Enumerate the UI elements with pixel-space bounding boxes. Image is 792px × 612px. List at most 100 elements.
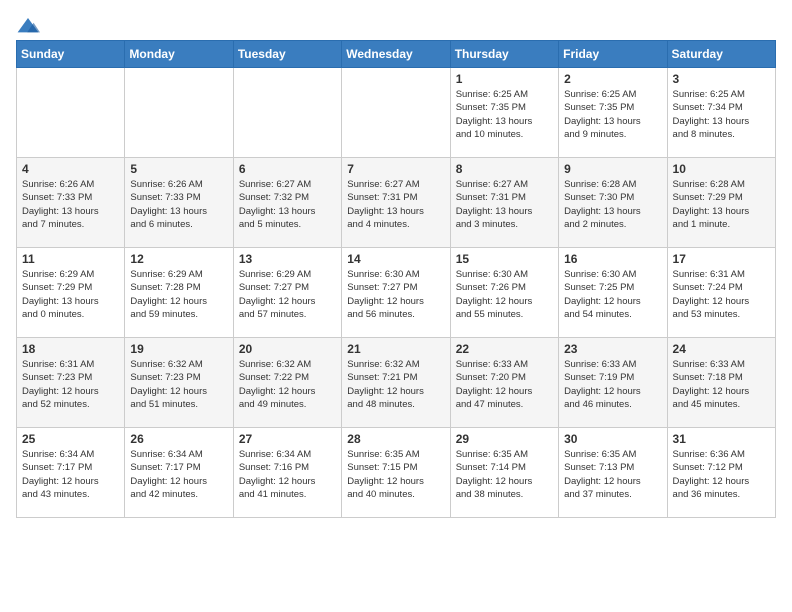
day-number: 2 bbox=[564, 72, 661, 86]
calendar-cell: 18 Sunrise: 6:31 AM Sunset: 7:23 PM Dayli… bbox=[17, 338, 125, 428]
calendar-cell: 14 Sunrise: 6:30 AM Sunset: 7:27 PM Dayli… bbox=[342, 248, 450, 338]
calendar-cell: 16 Sunrise: 6:30 AM Sunset: 7:25 PM Dayli… bbox=[559, 248, 667, 338]
calendar-cell: 28 Sunrise: 6:35 AM Sunset: 7:15 PM Dayli… bbox=[342, 428, 450, 518]
day-info: Sunrise: 6:28 AM Sunset: 7:29 PM Dayligh… bbox=[673, 178, 770, 231]
calendar-cell: 29 Sunrise: 6:35 AM Sunset: 7:14 PM Dayli… bbox=[450, 428, 558, 518]
calendar-cell: 6Sunrise: 6:27 AM Sunset: 7:32 PM Daylig… bbox=[233, 158, 341, 248]
calendar-cell: 4 Sunrise: 6:26 AM Sunset: 7:33 PM Daylig… bbox=[17, 158, 125, 248]
calendar-cell: 27 Sunrise: 6:34 AM Sunset: 7:16 PM Dayli… bbox=[233, 428, 341, 518]
header-monday: Monday bbox=[125, 41, 233, 68]
header-friday: Friday bbox=[559, 41, 667, 68]
day-number: 28 bbox=[347, 432, 444, 446]
calendar-cell: 17 Sunrise: 6:31 AM Sunset: 7:24 PM Dayli… bbox=[667, 248, 775, 338]
day-number: 14 bbox=[347, 252, 444, 266]
day-number: 30 bbox=[564, 432, 661, 446]
day-info: Sunrise: 6:26 AM Sunset: 7:33 PM Dayligh… bbox=[22, 178, 119, 231]
day-number: 27 bbox=[239, 432, 336, 446]
calendar-cell: 19 Sunrise: 6:32 AM Sunset: 7:23 PM Dayli… bbox=[125, 338, 233, 428]
day-number: 9 bbox=[564, 162, 661, 176]
day-number: 4 bbox=[22, 162, 119, 176]
day-number: 24 bbox=[673, 342, 770, 356]
day-info: Sunrise: 6:32 AM Sunset: 7:23 PM Dayligh… bbox=[130, 358, 227, 411]
day-number: 8 bbox=[456, 162, 553, 176]
calendar-cell: 12 Sunrise: 6:29 AM Sunset: 7:28 PM Dayli… bbox=[125, 248, 233, 338]
day-info: Sunrise: 6:27 AM Sunset: 7:31 PM Dayligh… bbox=[456, 178, 553, 231]
day-info: Sunrise: 6:30 AM Sunset: 7:25 PM Dayligh… bbox=[564, 268, 661, 321]
logo-icon bbox=[16, 16, 40, 36]
day-number: 11 bbox=[22, 252, 119, 266]
header-row: SundayMondayTuesdayWednesdayThursdayFrid… bbox=[17, 41, 776, 68]
day-number: 3 bbox=[673, 72, 770, 86]
week-row-2: 4 Sunrise: 6:26 AM Sunset: 7:33 PM Daylig… bbox=[17, 158, 776, 248]
day-info: Sunrise: 6:25 AM Sunset: 7:34 PM Dayligh… bbox=[673, 88, 770, 141]
day-number: 21 bbox=[347, 342, 444, 356]
calendar-cell: 3 Sunrise: 6:25 AM Sunset: 7:34 PM Daylig… bbox=[667, 68, 775, 158]
calendar-cell bbox=[17, 68, 125, 158]
calendar-cell: 10 Sunrise: 6:28 AM Sunset: 7:29 PM Dayli… bbox=[667, 158, 775, 248]
logo bbox=[16, 16, 44, 36]
day-number: 22 bbox=[456, 342, 553, 356]
calendar-cell: 5Sunrise: 6:26 AM Sunset: 7:33 PM Daylig… bbox=[125, 158, 233, 248]
day-number: 12 bbox=[130, 252, 227, 266]
calendar-cell bbox=[233, 68, 341, 158]
day-number: 29 bbox=[456, 432, 553, 446]
day-info: Sunrise: 6:34 AM Sunset: 7:17 PM Dayligh… bbox=[22, 448, 119, 501]
day-info: Sunrise: 6:35 AM Sunset: 7:14 PM Dayligh… bbox=[456, 448, 553, 501]
day-info: Sunrise: 6:31 AM Sunset: 7:23 PM Dayligh… bbox=[22, 358, 119, 411]
calendar-table: SundayMondayTuesdayWednesdayThursdayFrid… bbox=[16, 40, 776, 518]
calendar-cell: 20Sunrise: 6:32 AM Sunset: 7:22 PM Dayli… bbox=[233, 338, 341, 428]
day-info: Sunrise: 6:28 AM Sunset: 7:30 PM Dayligh… bbox=[564, 178, 661, 231]
day-number: 10 bbox=[673, 162, 770, 176]
day-number: 20 bbox=[239, 342, 336, 356]
day-info: Sunrise: 6:32 AM Sunset: 7:21 PM Dayligh… bbox=[347, 358, 444, 411]
day-number: 16 bbox=[564, 252, 661, 266]
day-info: Sunrise: 6:29 AM Sunset: 7:27 PM Dayligh… bbox=[239, 268, 336, 321]
day-info: Sunrise: 6:36 AM Sunset: 7:12 PM Dayligh… bbox=[673, 448, 770, 501]
day-number: 13 bbox=[239, 252, 336, 266]
calendar-cell: 22Sunrise: 6:33 AM Sunset: 7:20 PM Dayli… bbox=[450, 338, 558, 428]
calendar-cell: 9 Sunrise: 6:28 AM Sunset: 7:30 PM Daylig… bbox=[559, 158, 667, 248]
day-info: Sunrise: 6:35 AM Sunset: 7:13 PM Dayligh… bbox=[564, 448, 661, 501]
header-saturday: Saturday bbox=[667, 41, 775, 68]
day-number: 1 bbox=[456, 72, 553, 86]
week-row-1: 1Sunrise: 6:25 AM Sunset: 7:35 PM Daylig… bbox=[17, 68, 776, 158]
day-number: 23 bbox=[564, 342, 661, 356]
calendar-cell: 26 Sunrise: 6:34 AM Sunset: 7:17 PM Dayli… bbox=[125, 428, 233, 518]
day-number: 18 bbox=[22, 342, 119, 356]
day-info: Sunrise: 6:30 AM Sunset: 7:26 PM Dayligh… bbox=[456, 268, 553, 321]
day-info: Sunrise: 6:30 AM Sunset: 7:27 PM Dayligh… bbox=[347, 268, 444, 321]
day-number: 26 bbox=[130, 432, 227, 446]
calendar-cell: 8 Sunrise: 6:27 AM Sunset: 7:31 PM Daylig… bbox=[450, 158, 558, 248]
week-row-4: 18 Sunrise: 6:31 AM Sunset: 7:23 PM Dayli… bbox=[17, 338, 776, 428]
week-row-3: 11 Sunrise: 6:29 AM Sunset: 7:29 PM Dayli… bbox=[17, 248, 776, 338]
calendar-cell: 31 Sunrise: 6:36 AM Sunset: 7:12 PM Dayli… bbox=[667, 428, 775, 518]
calendar-cell: 21 Sunrise: 6:32 AM Sunset: 7:21 PM Dayli… bbox=[342, 338, 450, 428]
calendar-cell: 24 Sunrise: 6:33 AM Sunset: 7:18 PM Dayli… bbox=[667, 338, 775, 428]
day-number: 31 bbox=[673, 432, 770, 446]
header-thursday: Thursday bbox=[450, 41, 558, 68]
header-sunday: Sunday bbox=[17, 41, 125, 68]
calendar-cell: 25Sunrise: 6:34 AM Sunset: 7:17 PM Dayli… bbox=[17, 428, 125, 518]
day-info: Sunrise: 6:29 AM Sunset: 7:28 PM Dayligh… bbox=[130, 268, 227, 321]
day-info: Sunrise: 6:27 AM Sunset: 7:31 PM Dayligh… bbox=[347, 178, 444, 231]
header-wednesday: Wednesday bbox=[342, 41, 450, 68]
day-info: Sunrise: 6:34 AM Sunset: 7:16 PM Dayligh… bbox=[239, 448, 336, 501]
day-info: Sunrise: 6:29 AM Sunset: 7:29 PM Dayligh… bbox=[22, 268, 119, 321]
day-info: Sunrise: 6:34 AM Sunset: 7:17 PM Dayligh… bbox=[130, 448, 227, 501]
day-info: Sunrise: 6:31 AM Sunset: 7:24 PM Dayligh… bbox=[673, 268, 770, 321]
calendar-cell: 23Sunrise: 6:33 AM Sunset: 7:19 PM Dayli… bbox=[559, 338, 667, 428]
day-info: Sunrise: 6:33 AM Sunset: 7:18 PM Dayligh… bbox=[673, 358, 770, 411]
day-info: Sunrise: 6:35 AM Sunset: 7:15 PM Dayligh… bbox=[347, 448, 444, 501]
calendar-cell: 13 Sunrise: 6:29 AM Sunset: 7:27 PM Dayli… bbox=[233, 248, 341, 338]
calendar-cell: 15 Sunrise: 6:30 AM Sunset: 7:26 PM Dayli… bbox=[450, 248, 558, 338]
calendar-cell: 1Sunrise: 6:25 AM Sunset: 7:35 PM Daylig… bbox=[450, 68, 558, 158]
day-number: 7 bbox=[347, 162, 444, 176]
day-number: 15 bbox=[456, 252, 553, 266]
calendar-cell bbox=[342, 68, 450, 158]
day-number: 19 bbox=[130, 342, 227, 356]
week-row-5: 25Sunrise: 6:34 AM Sunset: 7:17 PM Dayli… bbox=[17, 428, 776, 518]
day-info: Sunrise: 6:26 AM Sunset: 7:33 PM Dayligh… bbox=[130, 178, 227, 231]
day-number: 6 bbox=[239, 162, 336, 176]
day-number: 17 bbox=[673, 252, 770, 266]
calendar-cell: 7 Sunrise: 6:27 AM Sunset: 7:31 PM Daylig… bbox=[342, 158, 450, 248]
